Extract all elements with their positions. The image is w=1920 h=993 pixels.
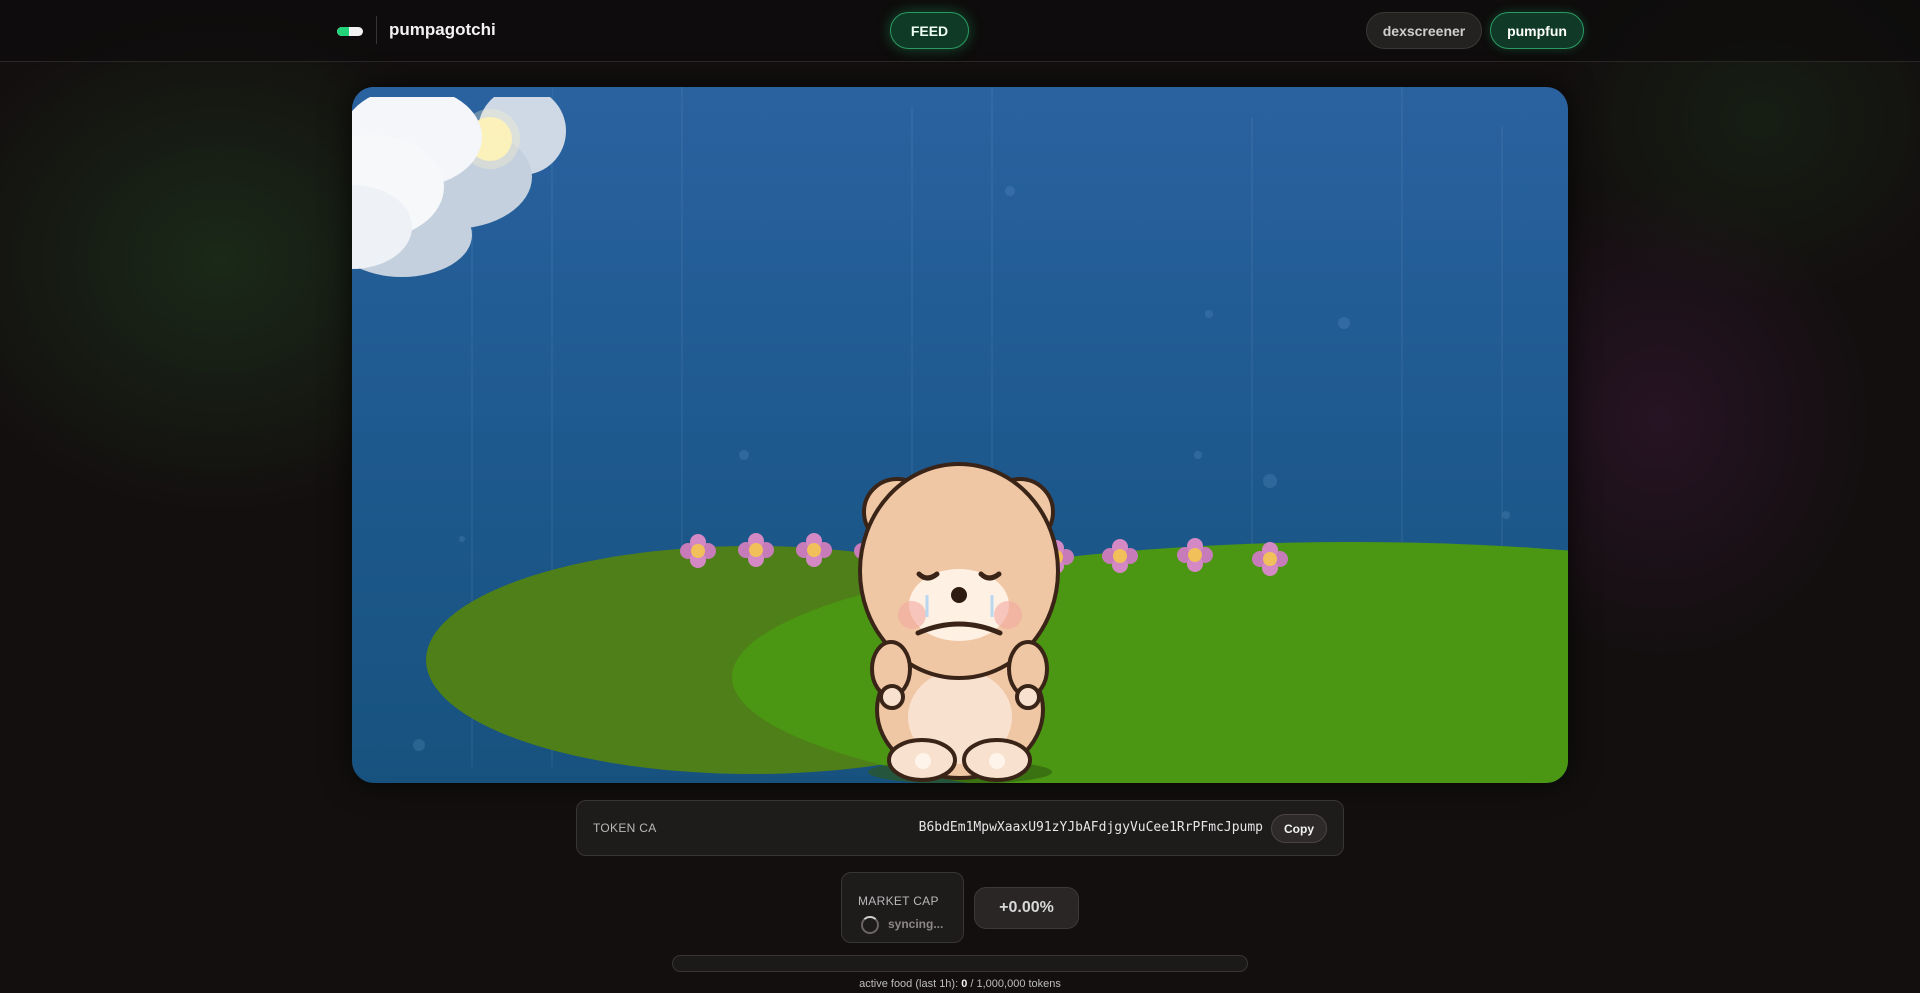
- price-change-badge: +0.00%: [974, 887, 1079, 929]
- scene-illustration: [352, 87, 1568, 783]
- pet-scene: [352, 87, 1568, 783]
- loading-spinner-icon: [861, 916, 879, 934]
- brand-name[interactable]: pumpagotchi: [389, 20, 496, 40]
- food-prefix: active food (last 1h):: [859, 978, 962, 990]
- market-cap-status: syncing...: [888, 917, 944, 931]
- header-divider: [376, 16, 377, 44]
- food-suffix: / 1,000,000 tokens: [967, 978, 1061, 990]
- pumpfun-button[interactable]: pumpfun: [1490, 12, 1584, 49]
- dexscreener-button[interactable]: dexscreener: [1366, 12, 1482, 49]
- top-header: pumpagotchi FEED dexscreener pumpfun: [0, 0, 1920, 62]
- toggle-pill-icon: [337, 27, 363, 36]
- market-cap-label: MARKET CAP: [858, 894, 939, 908]
- copy-button[interactable]: Copy: [1271, 814, 1327, 843]
- token-ca-label: TOKEN CA: [593, 821, 657, 835]
- token-ca-address[interactable]: B6bdEm1MpwXaaxU91zYJbAFdjgyVuCee1RrPFmcJ…: [919, 820, 1263, 835]
- food-progress-bar: [672, 955, 1248, 972]
- food-status-text: active food (last 1h): 0 / 1,000,000 tok…: [0, 978, 1920, 990]
- token-ca-box: TOKEN CA B6bdEm1MpwXaaxU91zYJbAFdjgyVuCe…: [576, 800, 1344, 856]
- market-cap-box: MARKET CAP syncing...: [841, 872, 964, 943]
- feed-button[interactable]: FEED: [890, 12, 969, 49]
